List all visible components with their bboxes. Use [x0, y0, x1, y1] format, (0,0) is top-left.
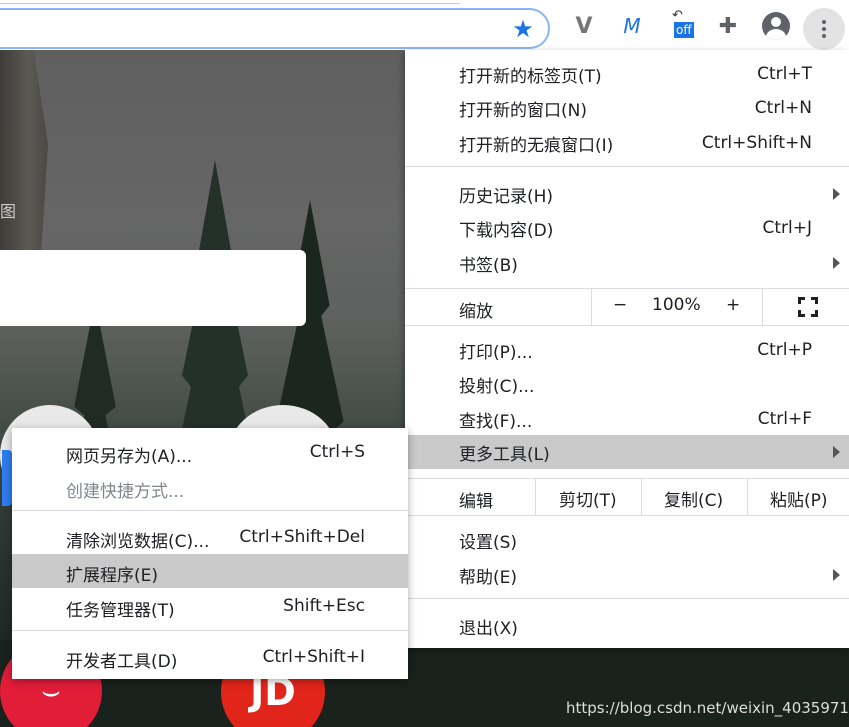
menu-separator [405, 598, 849, 599]
chevron-right-icon [833, 257, 840, 269]
kebab-dot [822, 20, 826, 24]
extension-m-icon[interactable]: M [616, 10, 648, 42]
menu-cell-divider [641, 479, 642, 515]
more-tools-submenu: 网页另存为(A)... Ctrl+S 创建快捷方式... 清除浏览数据(C)..… [12, 428, 408, 679]
profile-icon[interactable] [760, 10, 792, 42]
watermark-text: https://blog.csdn.net/weixin_40359716 [566, 699, 849, 717]
kebab-dot [822, 34, 826, 38]
cut-button[interactable]: 剪切(T) [559, 486, 617, 511]
chevron-right-icon [833, 446, 840, 458]
zoom-out-button[interactable]: − [613, 295, 627, 315]
puzzle-icon[interactable]: ✚ [712, 10, 744, 42]
address-bar[interactable] [0, 8, 550, 49]
menu-item-help[interactable]: 帮助(E) [405, 558, 849, 592]
menu-item-cast[interactable]: 投射(C)... [405, 367, 849, 401]
menu-item-downloads[interactable]: 下载内容(D) Ctrl+J [405, 211, 849, 245]
menu-item-exit[interactable]: 退出(X) [405, 609, 849, 643]
menu-separator [405, 166, 849, 167]
menu-cell-divider [747, 479, 748, 515]
menu-item-new-window[interactable]: 打开新的窗口(N) Ctrl+N [405, 91, 849, 125]
menu-item-settings[interactable]: 设置(S) [405, 523, 849, 557]
menu-button[interactable] [803, 8, 845, 50]
menu-item-bookmarks[interactable]: 书签(B) [405, 246, 849, 280]
image-label: 图 [0, 202, 17, 221]
menu-item-new-tab[interactable]: 打开新的标签页(T) Ctrl+T [405, 57, 849, 91]
zoom-level: 100% [652, 295, 701, 315]
off-badge: off [674, 22, 694, 38]
submenu-item-create-shortcut[interactable]: 创建快捷方式... [12, 470, 408, 504]
edit-label: 编辑 [459, 492, 493, 512]
submenu-separator [12, 630, 408, 631]
extension-off-icon[interactable]: ↶ off [668, 8, 700, 42]
submenu-item-task-manager[interactable]: 任务管理器(T) Shift+Esc [12, 589, 408, 623]
submenu-item-clear-data[interactable]: 清除浏览数据(C)... Ctrl+Shift+Del [12, 520, 408, 554]
submenu-item-save-as[interactable]: 网页另存为(A)... Ctrl+S [12, 435, 408, 469]
shortcut-tile-icon [2, 450, 12, 506]
zoom-in-button[interactable]: + [726, 295, 740, 315]
browser-main-menu: 打开新的标签页(T) Ctrl+T 打开新的窗口(N) Ctrl+N 打开新的无… [405, 50, 849, 648]
submenu-item-dev-tools[interactable]: 开发者工具(D) Ctrl+Shift+I [12, 640, 408, 674]
chevron-right-icon [833, 188, 840, 200]
menu-cell-divider [762, 289, 763, 325]
star-icon[interactable]: ★ [508, 14, 538, 44]
browser-toolbar: ★ V M ↶ off ✚ [0, 0, 849, 50]
chevron-right-icon [833, 569, 840, 581]
submenu-separator [12, 510, 408, 511]
menu-zoom-row: 缩放 − 100% + [405, 289, 849, 325]
menu-edit-row: 编辑 剪切(T) 复制(C) 粘贴(P) [405, 479, 849, 515]
menu-separator [405, 515, 849, 516]
extension-v-icon[interactable]: V [568, 10, 600, 42]
menu-cell-divider [535, 479, 536, 515]
zoom-label: 缩放 [459, 302, 493, 322]
menu-separator [405, 325, 849, 326]
menu-item-print[interactable]: 打印(P)... Ctrl+P [405, 333, 849, 367]
paste-button[interactable]: 粘贴(P) [770, 486, 828, 511]
fullscreen-icon[interactable] [798, 297, 818, 317]
avatar [762, 12, 790, 40]
menu-item-find[interactable]: 查找(F)... Ctrl+F [405, 402, 849, 436]
page-search-box[interactable] [0, 250, 306, 326]
menu-item-history[interactable]: 历史记录(H) [405, 177, 849, 211]
tab-strip-edge [0, 0, 460, 4]
menu-item-incognito[interactable]: 打开新的无痕窗口(I) Ctrl+Shift+N [405, 126, 849, 160]
menu-item-more-tools[interactable]: 更多工具(L) [405, 435, 849, 469]
kebab-dot [822, 27, 826, 31]
menu-cell-divider [591, 289, 592, 325]
submenu-item-extensions[interactable]: 扩展程序(E) [12, 554, 408, 588]
copy-button[interactable]: 复制(C) [664, 486, 723, 511]
